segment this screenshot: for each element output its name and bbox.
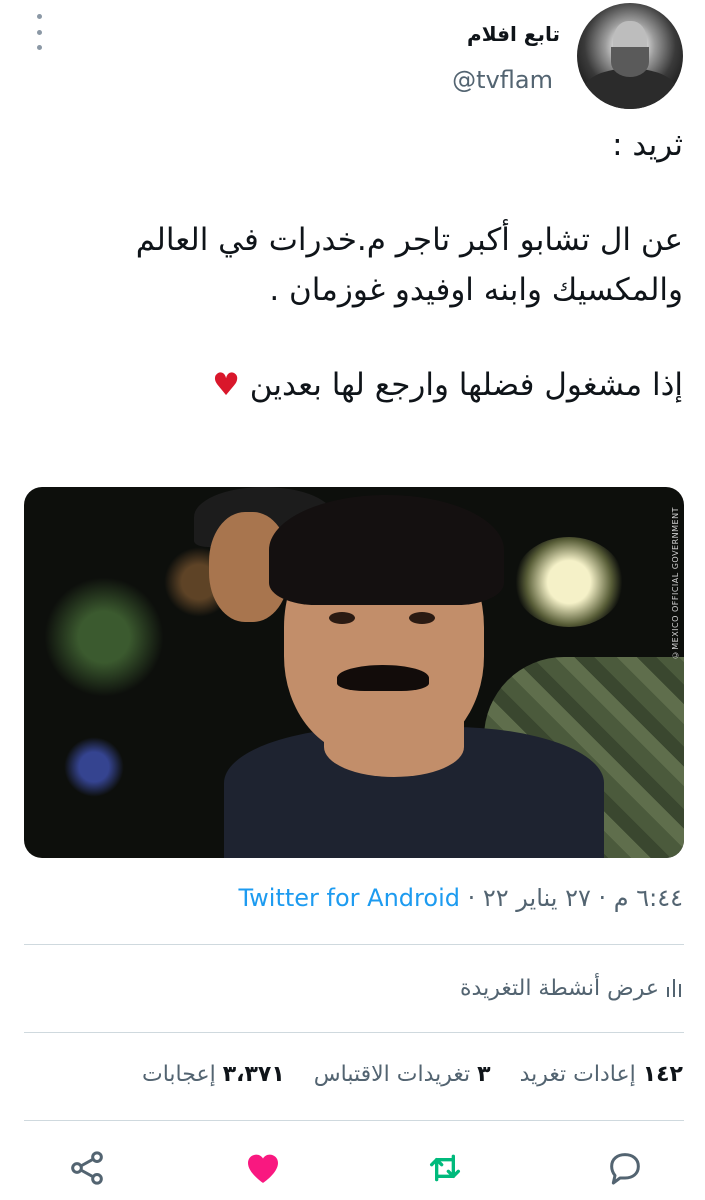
retweet-icon[interactable] (425, 1148, 465, 1188)
share-icon[interactable] (67, 1148, 107, 1188)
quotes-stat[interactable]: ٣ تغريدات الاقتباس (314, 1062, 491, 1087)
likes-count: ٣،٣٧١ (222, 1062, 285, 1087)
avatar[interactable] (577, 3, 683, 109)
tweet-line: والمكسيك وابنه اوفيدو غوزمان . (269, 272, 683, 308)
heart-emoji-icon: ♥ (212, 367, 240, 403)
tweet-photo[interactable]: ©MEXICO OFFICIAL GOVERNMENT (24, 487, 684, 858)
view-tweet-activity-label: عرض أنشطة التغريدة (460, 976, 659, 1001)
tweet-source-link[interactable]: Twitter for Android (238, 884, 459, 912)
reply-icon[interactable] (605, 1148, 645, 1188)
tweet-date: ٢٧ يناير ٢٢ (482, 884, 591, 912)
tweet-detail: تابع افلام @tvflam ثريد : عن ال تشابو أك… (0, 0, 705, 1200)
like-icon[interactable] (243, 1148, 283, 1188)
tweet-line: ثريد : (612, 127, 683, 163)
author-display-name[interactable]: تابع افلام (467, 22, 560, 46)
tweet-meta: ٦:٤٤ م · ٢٧ يناير ٢٢ · Twitter for Andro… (23, 884, 683, 912)
retweets-stat[interactable]: ١٤٢ إعادات تغريد (520, 1062, 683, 1087)
quotes-count: ٣ (477, 1062, 491, 1087)
divider (24, 1120, 684, 1121)
quotes-label: تغريدات الاقتباس (313, 1062, 471, 1087)
likes-label: إعجابات (142, 1062, 216, 1087)
retweets-count: ١٤٢ (642, 1062, 683, 1087)
more-options-icon[interactable] (32, 14, 46, 50)
author-handle[interactable]: @tvflam (452, 66, 553, 94)
likes-stat[interactable]: ٣،٣٧١ إعجابات (142, 1062, 285, 1087)
view-tweet-activity[interactable]: عرض أنشطة التغريدة (23, 976, 683, 1001)
tweet-text: ثريد : عن ال تشابو أكبر تاجر م.خدرات في … (23, 120, 683, 410)
tweet-line: عن ال تشابو أكبر تاجر م.خدرات في العالم (135, 222, 683, 258)
retweets-label: إعادات تغريد (519, 1062, 636, 1087)
photo-watermark: ©MEXICO OFFICIAL GOVERNMENT (671, 507, 680, 660)
meta-separator: · (590, 884, 614, 912)
tweet-line-last: إذا مشغول فضلها وارجع لها بعدين ♥ (23, 360, 683, 410)
meta-separator: · (459, 884, 483, 912)
analytics-bars-icon (667, 979, 683, 997)
tweet-stats: ١٤٢ إعادات تغريد ٣ تغريدات الاقتباس ٣،٣٧… (23, 1062, 683, 1087)
tweet-line: إذا مشغول فضلها وارجع لها بعدين (249, 367, 683, 403)
divider (24, 944, 684, 945)
divider (24, 1032, 684, 1033)
tweet-time: ٦:٤٤ م (613, 884, 683, 912)
